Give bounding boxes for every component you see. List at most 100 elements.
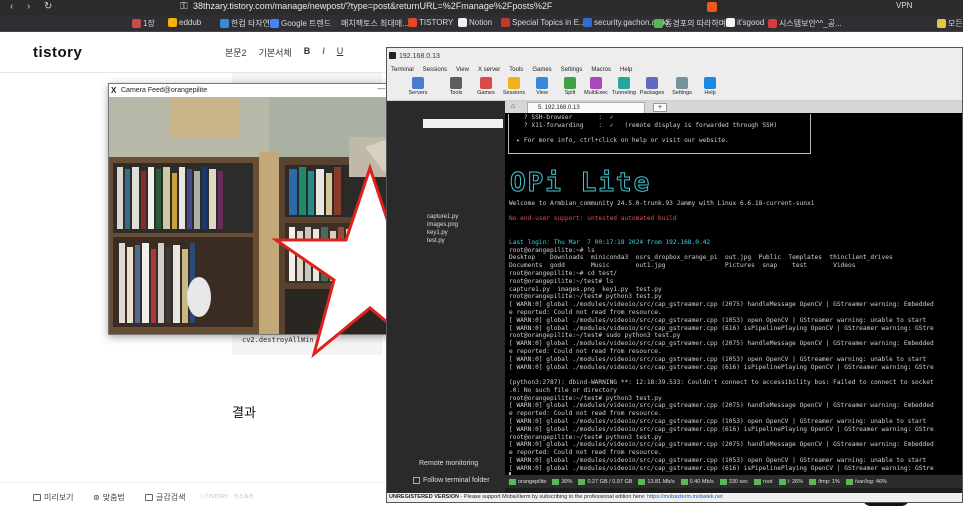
paragraph-style-select[interactable]: 본문2	[225, 46, 247, 59]
status-label: 0.27 GB / 0.97 GB	[587, 478, 633, 485]
spellcheck-button[interactable]: ⊛ 맞춤법	[93, 492, 125, 503]
moba-tool-button[interactable]: Tools	[443, 77, 469, 96]
file-item[interactable]: images.png	[427, 221, 458, 229]
underline-button[interactable]: U	[337, 46, 344, 59]
moba-tool-button[interactable]: Servers	[405, 77, 431, 96]
bookmark-item[interactable]: 시스템보안^^_공...	[768, 18, 842, 29]
tistory-logo[interactable]: tistory	[33, 44, 82, 61]
url-text[interactable]: 38thzary.tistory.com/manage/newpost/?typ…	[193, 1, 552, 11]
moba-tool-button[interactable]: Split	[557, 77, 583, 96]
bookmark-favicon-icon	[654, 19, 663, 28]
remote-monitoring-button[interactable]: Remote monitoring	[419, 460, 478, 467]
back-icon[interactable]: ‹	[10, 1, 13, 12]
bookmark-item[interactable]: it'sgood	[726, 18, 764, 27]
reload-icon[interactable]: ↻	[44, 1, 52, 12]
bookmark-item[interactable]: 동경포의 따라하며...	[654, 18, 733, 29]
moba-menu-item[interactable]: Macros	[591, 67, 611, 73]
spellcheck-label: 맞춤법	[102, 493, 125, 502]
mobaxterm-window[interactable]: 192.168.0.13 Terminal Sessions View X serve…	[386, 47, 963, 503]
follow-folder-checkbox[interactable]: Follow terminal folder	[413, 477, 490, 484]
preview-button[interactable]: 미리보기	[33, 492, 73, 503]
moba-toolbar: Servers Tools Games Sessions View Split MultiE…	[387, 75, 962, 101]
monitor-icon	[33, 494, 41, 501]
font-select[interactable]: 기본서체	[259, 46, 292, 59]
bookmark-favicon-icon	[583, 18, 592, 27]
terminal-line: [ WARN:0] global ./modules/videoio/src/c…	[509, 340, 934, 348]
tool-label: Tunneling	[612, 90, 636, 96]
bookmark-item[interactable]: Special Topics in E...	[501, 18, 586, 27]
moba-tool-button[interactable]: Tunneling	[611, 77, 637, 96]
moba-menu-item[interactable]: X server	[478, 67, 500, 73]
unregistered-message: - Please support MobaXterm by subscribin…	[458, 494, 648, 500]
terminal-line: [ WARN:0] global ./modules/videoio/src/c…	[509, 457, 927, 465]
terminal-line: Welcome to Armbian_community 24.5.0-trun…	[509, 199, 815, 207]
mobatek-link[interactable]: https://mobaxterm.mobatek.net	[647, 494, 723, 500]
terminal-line: e reported: Could not read from resource…	[509, 308, 662, 316]
vpn-button[interactable]: VPN	[896, 1, 912, 10]
bookmark-item[interactable]: TISTORY	[408, 18, 453, 27]
sftp-toolbar[interactable]	[423, 119, 503, 128]
bookmark-item[interactable]: Notion	[458, 18, 492, 27]
camera-window-title: Camera Feed@orangepilite	[121, 87, 208, 94]
moba-tool-button[interactable]: Games	[473, 77, 499, 96]
file-item[interactable]: test.py	[427, 237, 458, 245]
moba-tool-button[interactable]: Help	[697, 77, 723, 96]
home-tab-icon[interactable]: ⌂	[511, 103, 523, 112]
moba-tool-button[interactable]: View	[529, 77, 555, 96]
bookmark-item[interactable]: Google 트렌드	[270, 18, 331, 29]
tool-label: MultiExec	[584, 90, 608, 96]
search-doc-icon	[145, 494, 153, 501]
camera-window-titlebar[interactable]: X Camera Feed@orangepilite — □ ✕	[109, 84, 429, 97]
moba-menu-item[interactable]: View	[456, 67, 469, 73]
moba-tool-button[interactable]: Sessions	[501, 77, 527, 96]
status-label: 13.81 Mb/s	[647, 478, 675, 485]
moba-menu-item[interactable]: Tools	[509, 67, 523, 73]
new-tab-button[interactable]: +	[653, 103, 667, 112]
mobaxterm-logo-icon	[389, 52, 396, 59]
bold-button[interactable]: B	[304, 46, 311, 59]
forward-icon[interactable]: ›	[27, 1, 30, 12]
status-indicator-icon	[754, 478, 762, 485]
bookmark-item[interactable]: 1장	[132, 18, 155, 29]
moba-tool-button[interactable]: MultiExec	[583, 77, 609, 96]
bookmark-item[interactable]: 매치팩토스 최대매...	[330, 18, 409, 29]
minimize-button[interactable]: —	[377, 84, 385, 93]
terminal-line: Last login: Thu Mar 7 00:17:18 2024 from…	[509, 238, 711, 246]
bookmark-item[interactable]: eddub	[168, 18, 201, 27]
moba-titlebar[interactable]: 192.168.0.13	[387, 48, 962, 65]
tool-label: Split	[564, 90, 576, 96]
bookmark-label: Google 트렌드	[281, 19, 332, 28]
moba-menubar: Terminal Sessions View X server Tools Games Se…	[387, 65, 962, 75]
bookmark-favicon-icon	[937, 19, 946, 28]
spellcheck-icon: ⊛	[93, 493, 100, 502]
session-tab[interactable]: 5. 192.168.0.13	[527, 102, 645, 113]
moba-tool-button[interactable]: Packages	[639, 77, 665, 96]
moba-menu-item[interactable]: Games	[532, 67, 551, 73]
moba-menu-item[interactable]: Help	[620, 67, 632, 73]
tool-icon	[618, 77, 630, 89]
status-label: /var/log: 46%	[854, 478, 887, 485]
moba-title: 192.168.0.13	[399, 53, 440, 60]
moba-menu-item[interactable]: Settings	[561, 67, 583, 73]
bookmark-item[interactable]: 한컴 타자연습	[220, 18, 277, 29]
status-indicator-icon	[552, 478, 560, 485]
moba-tool-button[interactable]: Settings	[669, 77, 695, 96]
bookmark-favicon-icon	[132, 19, 141, 28]
tool-icon	[536, 77, 548, 89]
terminal-line: No end-user support: untested automated …	[509, 215, 677, 223]
moba-menu-item[interactable]: Sessions	[423, 67, 447, 73]
result-heading[interactable]: 결과	[232, 402, 256, 421]
bookmark-item[interactable]: 모든 북마크	[937, 18, 963, 29]
file-item[interactable]: capture1.py	[427, 213, 458, 221]
tool-icon	[480, 77, 492, 89]
checkbox-icon[interactable]	[413, 477, 420, 484]
file-item[interactable]: key1.py	[427, 229, 458, 237]
moba-menu-item[interactable]: Terminal	[391, 67, 414, 73]
material-search-button[interactable]: 글감검색	[145, 492, 185, 503]
tool-icon	[704, 77, 716, 89]
status-segment: 30%	[552, 478, 572, 485]
brave-shield-icon[interactable]	[707, 2, 717, 12]
italic-button[interactable]: I	[322, 46, 325, 59]
